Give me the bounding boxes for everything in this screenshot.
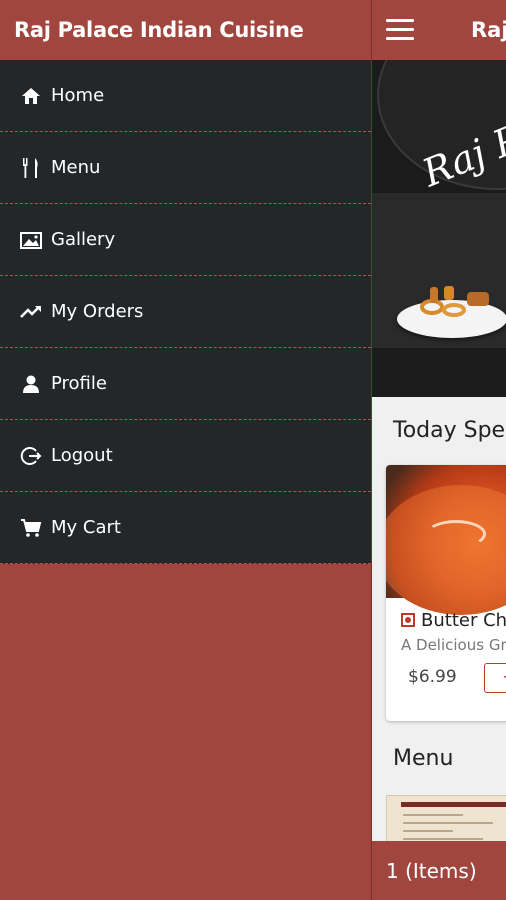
home-icon <box>20 85 42 107</box>
drawer-item-profile[interactable]: Profile <box>0 348 371 420</box>
drawer-item-gallery[interactable]: Gallery <box>0 204 371 276</box>
drawer-item-home[interactable]: Home <box>0 60 371 132</box>
cart-icon <box>20 517 42 539</box>
non-veg-icon <box>401 613 415 627</box>
drawer-header: Raj Palace Indian Cuisine <box>0 0 371 60</box>
butter-chicken-image <box>386 465 506 615</box>
drawer-item-logout[interactable]: Logout <box>0 420 371 492</box>
item-name: Butter Chic <box>421 610 506 631</box>
navigation-drawer: Raj Palace Indian Cuisine Home Menu Gall… <box>0 0 371 900</box>
special-item-card[interactable]: Butter Chic A Delicious Gra $6.99 + <box>386 465 506 721</box>
drawer-item-label: My Cart <box>51 517 121 538</box>
toolbar-title: Raj <box>471 18 506 42</box>
cart-summary-bar[interactable]: 1 (Items) <box>372 841 506 900</box>
gallery-icon <box>20 229 42 251</box>
item-price: $6.99 <box>408 667 457 687</box>
drawer-item-label: Profile <box>51 373 107 394</box>
main-content[interactable]: Raj Raj Pa Today Spec Butter Chic A Deli… <box>371 0 506 900</box>
cart-items-count: 1 (Items) <box>386 858 477 883</box>
drawer-item-label: Gallery <box>51 229 116 250</box>
person-icon <box>20 373 42 395</box>
add-to-cart-button[interactable]: + <box>484 663 506 693</box>
menu-section-title: Menu <box>393 746 454 771</box>
item-description: A Delicious Gra <box>401 636 506 654</box>
drawer-item-menu[interactable]: Menu <box>0 132 371 204</box>
drawer-item-my-orders[interactable]: My Orders <box>0 276 371 348</box>
drawer-item-label: Logout <box>51 445 113 466</box>
today-special-title: Today Spec <box>393 418 506 443</box>
restaurant-banner: Raj Pa <box>372 60 506 397</box>
drawer-item-my-cart[interactable]: My Cart <box>0 492 371 564</box>
food-image <box>420 286 489 317</box>
drawer-menu-list: Home Menu Gallery My Orders Profile Logo… <box>0 60 371 564</box>
drawer-title: Raj Palace Indian Cuisine <box>14 18 304 42</box>
fork-knife-icon <box>20 157 42 179</box>
drawer-item-label: My Orders <box>51 301 144 322</box>
hamburger-menu-icon[interactable] <box>386 19 414 41</box>
app-toolbar: Raj <box>372 0 506 60</box>
logout-icon <box>20 445 42 467</box>
trending-up-icon <box>20 301 42 323</box>
drawer-item-label: Menu <box>51 157 101 178</box>
drawer-item-label: Home <box>51 85 105 106</box>
